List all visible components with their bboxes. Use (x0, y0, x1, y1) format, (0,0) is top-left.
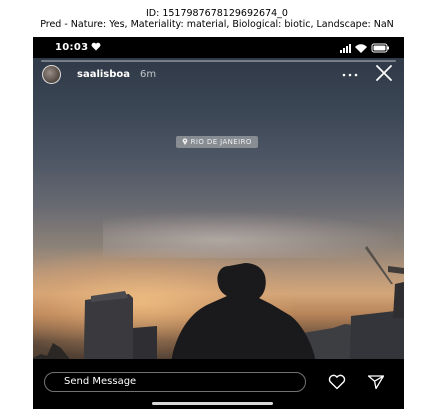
city-silhouette (33, 246, 404, 395)
location-sticker[interactable]: RIO DE JANEIRO (176, 136, 258, 148)
status-icons (340, 43, 390, 56)
prediction-caption: Pred - Nature: Yes, Materiality: materia… (40, 19, 394, 30)
story-header: saalisboa 6m (33, 58, 404, 88)
close-icon[interactable] (374, 63, 394, 83)
heart-outline-icon[interactable] (328, 374, 346, 390)
more-dots-icon[interactable] (339, 64, 361, 82)
story-progress-bar (41, 60, 396, 62)
story-time-ago: 6m (140, 69, 157, 80)
wifi-icon (355, 44, 367, 53)
home-indicator[interactable] (152, 402, 273, 405)
status-time: 10:03 (55, 42, 89, 53)
send-paper-plane-icon[interactable] (367, 374, 385, 390)
story-image[interactable] (33, 58, 404, 395)
location-label: RIO DE JANEIRO (190, 138, 252, 146)
send-message-placeholder: Send Message (64, 376, 137, 387)
phone-screen: 10:03 saalisboa 6m RIO DE JANEIRO Send M… (33, 37, 404, 409)
signal-icon (340, 44, 351, 53)
avatar[interactable] (42, 65, 61, 84)
send-message-input[interactable]: Send Message (44, 372, 306, 392)
story-username[interactable]: saalisboa (77, 69, 130, 80)
location-pin-icon (182, 138, 191, 146)
image-id-caption: ID: 1517987678129692674_0 (146, 8, 288, 19)
heart-icon (91, 42, 101, 54)
status-bar: 10:03 (33, 37, 404, 58)
battery-icon (371, 43, 389, 53)
story-reply-bar: Send Message (33, 359, 404, 409)
